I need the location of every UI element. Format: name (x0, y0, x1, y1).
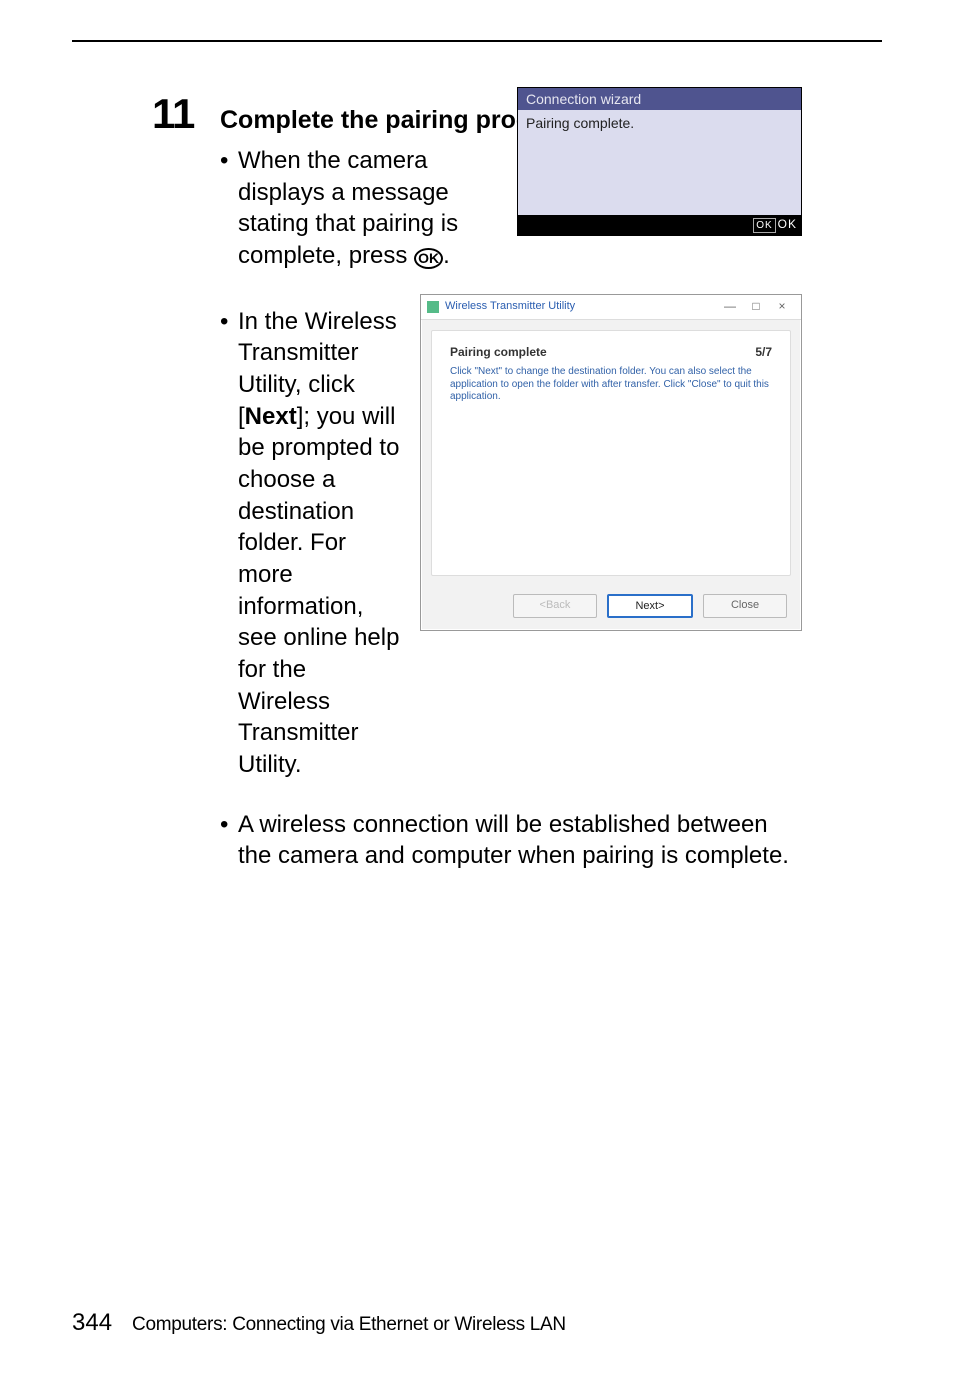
bullet-1-text-col: • When the camera displays a message sta… (220, 139, 499, 272)
bullet-2-post: ]; you will be prompted to choose a dest… (238, 403, 399, 778)
page-number: 344 (72, 1309, 112, 1337)
dialog-body: 5/7 Pairing complete Click "Next" to cha… (431, 330, 791, 576)
bullet-dot: • (220, 145, 238, 272)
bullet-2-row: • In the Wireless Transmitter Utility, c… (220, 300, 802, 781)
bullet-3: • A wireless connection will be establis… (220, 809, 802, 872)
window-minimize-button[interactable]: — (717, 299, 743, 315)
dialog-button-row: <Back Next> Close (421, 586, 801, 631)
bullet-dot: • (220, 809, 238, 872)
bullet-1-row: • When the camera displays a message sta… (220, 139, 802, 272)
window-maximize-button[interactable]: □ (743, 299, 769, 315)
ok-button-icon: OK (414, 248, 443, 269)
wireless-utility-dialog: Wireless Transmitter Utility — □ × 5/7 P… (420, 294, 802, 631)
bullet-2-bold: Next (245, 403, 297, 430)
camera-lcd-panel: Connection wizard Pairing complete. OKOK (517, 87, 802, 236)
bullet-2-text: In the Wireless Transmitter Utility, cli… (238, 306, 402, 781)
window-close-button[interactable]: × (769, 299, 795, 315)
page-content: 11 Complete the pairing process. • When … (72, 40, 882, 872)
page-footer: 344 Computers: Connecting via Ethernet o… (72, 1309, 882, 1337)
step-number: 11 (152, 93, 206, 135)
next-button[interactable]: Next> (607, 594, 693, 619)
camera-lcd-ok-text: OK (778, 217, 797, 231)
page-section-title: Computers: Connecting via Ethernet or Wi… (132, 1314, 566, 1336)
close-button[interactable]: Close (703, 594, 787, 619)
bullet-1: • When the camera displays a message sta… (220, 145, 499, 272)
camera-lcd-title: Connection wizard (518, 88, 801, 110)
camera-lcd-body: Pairing complete. (518, 110, 801, 214)
bullet-3-text: A wireless connection will be establishe… (238, 809, 802, 872)
app-icon (427, 301, 439, 313)
bullet-2-text-col: • In the Wireless Transmitter Utility, c… (220, 300, 402, 781)
bullet-2: • In the Wireless Transmitter Utility, c… (220, 306, 402, 781)
dialog-titlebar: Wireless Transmitter Utility — □ × (421, 295, 801, 320)
bullet-1-text: When the camera displays a message stati… (238, 145, 499, 272)
dialog-paragraph: Click "Next" to change the destination f… (450, 366, 772, 404)
bullet-3-row: • A wireless connection will be establis… (220, 809, 802, 872)
dialog-title: Wireless Transmitter Utility (445, 299, 575, 314)
camera-lcd-ok-icon: OK (753, 218, 775, 233)
camera-lcd-footer: OKOK (518, 215, 801, 235)
back-button[interactable]: <Back (513, 594, 597, 619)
dialog-heading: Pairing complete (450, 345, 772, 361)
bullet-dot: • (220, 306, 238, 781)
bullet-1-post: . (443, 242, 450, 269)
dialog-step-indicator: 5/7 (755, 345, 772, 361)
